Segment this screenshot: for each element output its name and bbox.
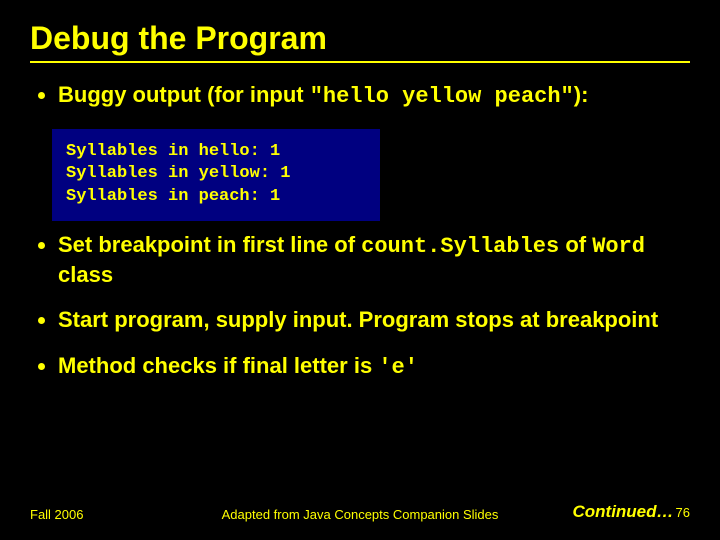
bullet2-t1: Set breakpoint in first line of [58,232,361,257]
bullet1-code: "hello yellow peach" [310,84,574,109]
footer-center: Adapted from Java Concepts Companion Sli… [222,507,499,522]
output-box: Syllables in hello: 1 Syllables in yello… [52,129,380,222]
title-underline [30,61,690,63]
bullet4-c1: 'e' [378,355,418,380]
bullet-list: Buggy output (for input "hello yellow pe… [30,81,690,111]
bullet-item-2: Set breakpoint in first line of count.Sy… [58,231,690,288]
footer-left: Fall 2006 [30,507,83,522]
bullet1-text-prefix: Buggy output (for input [58,82,310,107]
bullet2-c1: count.Syllables [361,234,559,259]
bullet-list-2: Set breakpoint in first line of count.Sy… [30,231,690,381]
bullet2-t2: of [559,232,592,257]
footer: Fall 2006 Adapted from Java Concepts Com… [30,502,690,522]
bullet2-c2: Word [592,234,645,259]
bullet2-t3: class [58,262,113,287]
bullet1-text-suffix: ): [574,82,589,107]
bullet-item-4: Method checks if final letter is 'e' [58,352,690,382]
bullet-item-3: Start program, supply input. Program sto… [58,306,690,334]
bullet-item-1: Buggy output (for input "hello yellow pe… [58,81,690,111]
page-number: 76 [676,505,690,520]
bullet4-t1: Method checks if final letter is [58,353,378,378]
slide: Debug the Program Buggy output (for inpu… [0,0,720,540]
slide-title: Debug the Program [30,20,690,57]
continued-label: Continued… [572,502,673,521]
footer-right: Continued…76 [572,502,690,522]
